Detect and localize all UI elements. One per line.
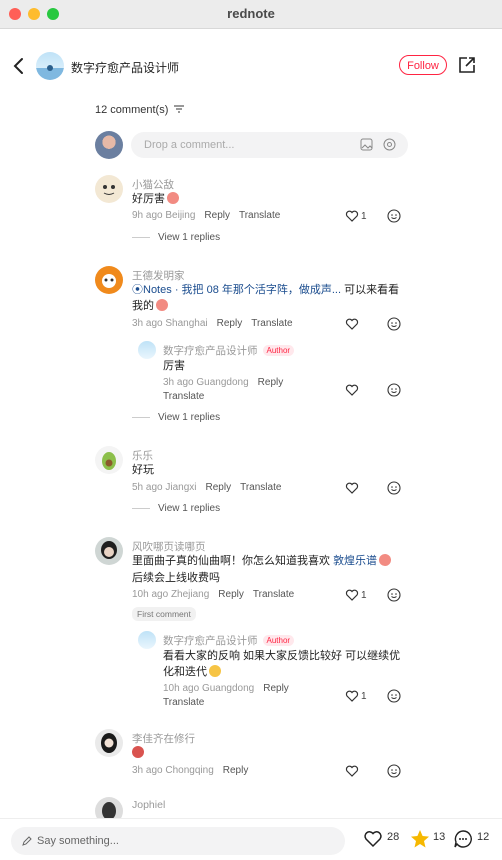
comment-text-line2: 我的	[132, 298, 168, 314]
comment-text	[132, 745, 144, 761]
heart-icon[interactable]	[345, 383, 359, 397]
comment-input[interactable]: Drop a comment...	[131, 132, 408, 158]
emoji-react-icon[interactable]	[387, 317, 401, 331]
translate-button[interactable]: Translate	[253, 589, 294, 600]
like-heart-icon[interactable]	[363, 829, 383, 849]
comment-text: 好玩	[132, 464, 154, 476]
author-avatar[interactable]	[36, 52, 64, 80]
author-avatar[interactable]	[138, 341, 156, 359]
view-replies-button[interactable]: View 1 replies	[132, 503, 220, 514]
reply-button[interactable]: Reply	[204, 210, 230, 221]
comment-count: 12 comment(s)	[95, 104, 185, 116]
window-title: rednote	[227, 6, 275, 21]
emoji-icon	[209, 665, 221, 677]
view-replies-button[interactable]: View 1 replies	[132, 232, 220, 243]
view-replies-button[interactable]: View 1 replies	[132, 412, 220, 423]
heart-icon[interactable]	[345, 481, 359, 495]
like-count: 1	[361, 211, 367, 222]
user-avatar[interactable]	[95, 729, 123, 757]
author-badge: Author	[262, 635, 295, 646]
music-score-link[interactable]: 敦煌乐谱	[333, 555, 377, 567]
window-titlebar: rednote	[0, 0, 502, 29]
heart-icon[interactable]	[345, 588, 359, 602]
translate-button[interactable]: Translate	[163, 391, 204, 402]
like-count: 1	[361, 691, 367, 702]
heart-icon[interactable]	[345, 689, 359, 703]
reply-meta: 10h ago Guangdong Reply	[163, 683, 289, 694]
comment-username[interactable]: Jophiel	[132, 799, 165, 811]
comment-meta: 9h ago Beijing Reply Translate	[132, 210, 281, 221]
comment-text: 好厉害	[132, 191, 179, 207]
comment-text: 里面曲子真的仙曲啊！你怎么知道我喜欢 敦煌乐谱	[132, 553, 392, 569]
comment-meta: 3h ago Shanghai Reply Translate	[132, 318, 293, 329]
like-count: 1	[361, 590, 367, 601]
heart-icon[interactable]	[345, 764, 359, 778]
author-badge: Author	[262, 345, 295, 356]
emoji-react-icon[interactable]	[387, 764, 401, 778]
comment-username[interactable]: 李佳齐在修行	[132, 731, 195, 746]
say-something-input[interactable]: Say something...	[11, 827, 345, 855]
reply-username[interactable]: 数字疗愈产品设计师 Author	[163, 633, 295, 648]
reply-button[interactable]: Reply	[217, 318, 243, 329]
reply-text-line2: 化和迭代	[163, 664, 221, 680]
share-icon[interactable]	[458, 56, 476, 74]
comment-meta: 5h ago Jiangxi Reply Translate	[132, 482, 282, 493]
reply-button[interactable]: Reply	[223, 765, 249, 776]
emoji-icon	[156, 299, 168, 311]
mention-icon[interactable]	[383, 138, 396, 151]
heart-icon[interactable]	[345, 317, 359, 331]
comment-username[interactable]: 乐乐	[132, 448, 153, 463]
comment-bubble-icon[interactable]	[453, 829, 473, 849]
like-total: 28	[387, 831, 400, 843]
reply-button[interactable]: Reply	[258, 377, 284, 388]
emoji-react-icon[interactable]	[387, 383, 401, 397]
notes-link[interactable]: ⦿Notes · 我把 08 年那个活字阵，做成声...	[132, 284, 341, 296]
translate-button[interactable]: Translate	[239, 210, 280, 221]
collect-star-icon[interactable]	[409, 828, 431, 850]
comment-text: ⦿Notes · 我把 08 年那个活字阵，做成声... 可以来看看	[132, 284, 400, 296]
comment-total: 12	[477, 831, 490, 843]
follow-button[interactable]: Follow	[399, 55, 447, 75]
first-comment-badge: First comment	[132, 607, 196, 621]
translate-button[interactable]: Translate	[163, 697, 204, 708]
emoji-icon	[379, 554, 392, 566]
comment-username[interactable]: 王德发明家	[132, 268, 185, 283]
emoji-react-icon[interactable]	[387, 689, 401, 703]
comment-username[interactable]: 小猫公敌	[132, 177, 174, 192]
comment-username[interactable]: 风吹哪页读哪页	[132, 539, 206, 554]
emoji-icon	[132, 746, 144, 758]
current-user-avatar	[95, 131, 123, 159]
author-name[interactable]: 数字疗愈产品设计师	[71, 59, 179, 76]
pencil-icon	[22, 836, 32, 846]
reply-text: 厉害	[163, 360, 185, 372]
comment-text-line2: 后续会上线收费吗	[132, 572, 220, 584]
emoji-react-icon[interactable]	[387, 588, 401, 602]
user-avatar[interactable]	[95, 537, 123, 565]
translate-button[interactable]: Translate	[240, 482, 281, 493]
user-avatar[interactable]	[95, 266, 123, 294]
reply-text: 看看大家的反响 如果大家反馈比较好 可以继续优	[163, 650, 401, 662]
reply-meta: 3h ago Guangdong Reply	[163, 377, 284, 388]
reply-button[interactable]: Reply	[263, 683, 289, 694]
collect-total: 13	[433, 831, 446, 843]
emoji-icon	[167, 192, 179, 204]
bottom-bar: Say something... 28 13 12	[0, 818, 502, 860]
translate-button[interactable]: Translate	[251, 318, 292, 329]
sort-icon[interactable]	[174, 105, 185, 113]
comment-meta: 10h ago Zhejiang Reply Translate	[132, 589, 295, 600]
comment-meta: 3h ago Chongqing Reply	[132, 765, 249, 776]
user-avatar[interactable]	[95, 175, 123, 203]
emoji-react-icon[interactable]	[387, 481, 401, 495]
user-avatar[interactable]	[95, 446, 123, 474]
reply-button[interactable]: Reply	[218, 589, 244, 600]
back-arrow-icon[interactable]	[10, 56, 28, 76]
reply-button[interactable]: Reply	[206, 482, 232, 493]
reply-username[interactable]: 数字疗愈产品设计师 Author	[163, 343, 295, 358]
emoji-react-icon[interactable]	[387, 209, 401, 223]
note-header: 数字疗愈产品设计师 Follow	[0, 48, 502, 84]
heart-icon[interactable]	[345, 209, 359, 223]
image-icon[interactable]	[360, 138, 373, 151]
author-avatar[interactable]	[138, 631, 156, 649]
